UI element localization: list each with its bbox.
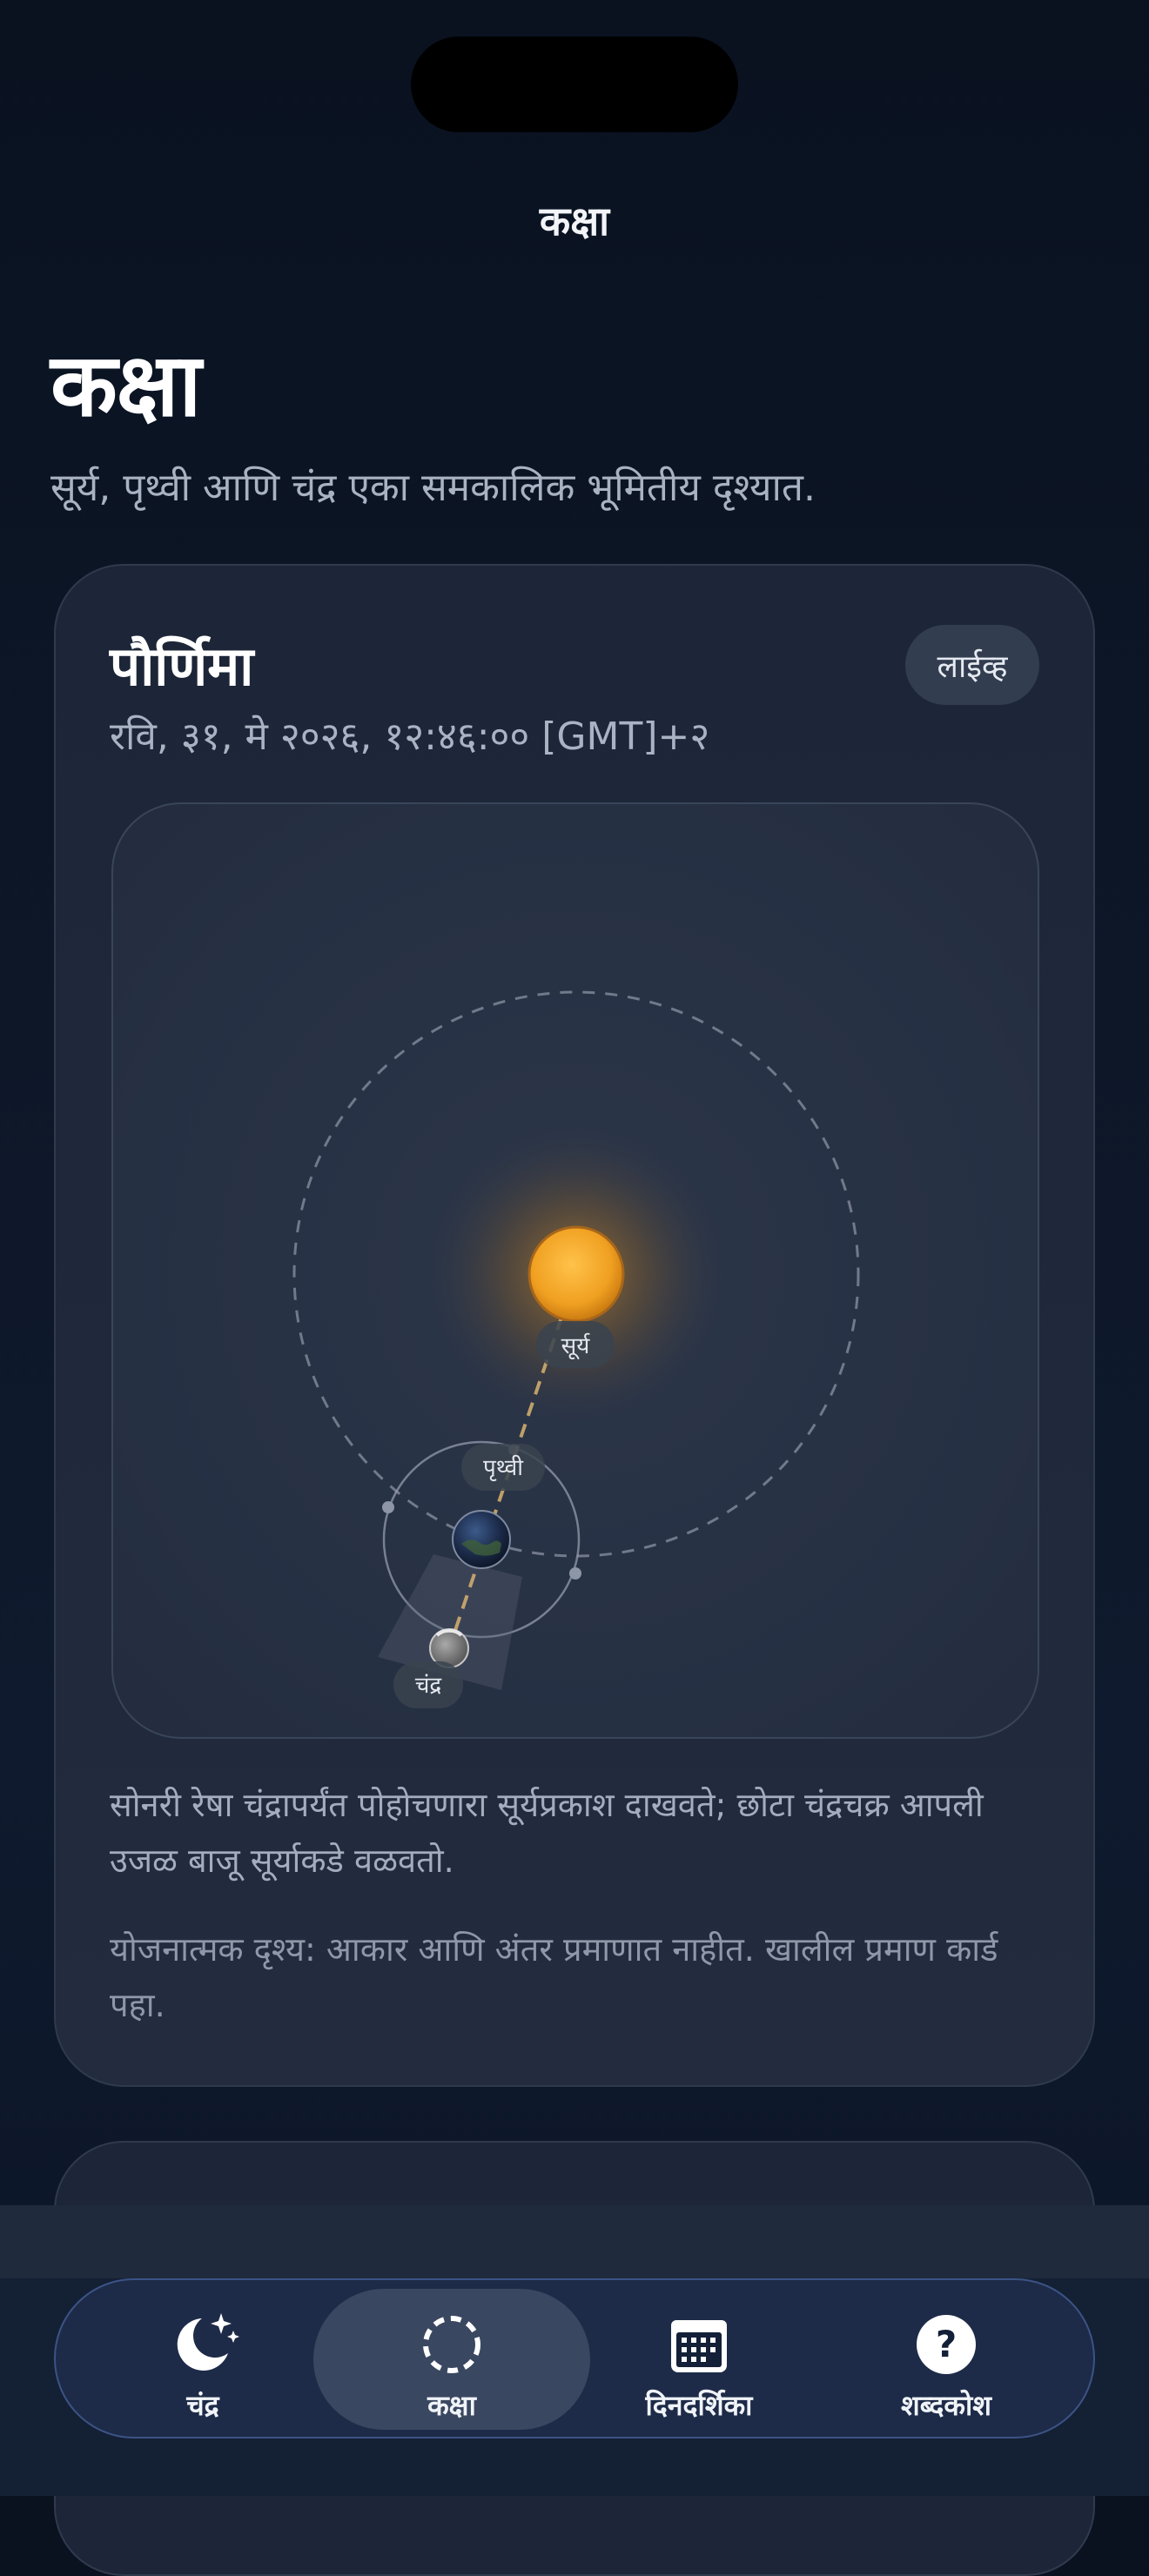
- tab-label-glossary: शब्दकोश: [900, 2389, 992, 2422]
- sun-label: सूर्य: [561, 1332, 591, 1360]
- phase-datetime: रवि, ३१, मे २०२६, १२:४६:०० [GMT]+२: [110, 714, 710, 759]
- tab-glossary[interactable]: ? शब्दकोश: [808, 2289, 1085, 2430]
- diagram-note: योजनात्मक दृश्य: आकार आणि अंतर प्रमाणात …: [110, 1930, 998, 2024]
- nav-title: कक्षा: [539, 198, 610, 245]
- page-subtitle: सूर्य, पृथ्वी आणि चंद्र एका समकालिक भूमि…: [50, 466, 816, 510]
- tab-orbit[interactable]: कक्षा: [313, 2289, 590, 2430]
- orbit-diagram[interactable]: सूर्य पृथ्वी चंद्र: [111, 802, 1039, 1739]
- tab-label-moon: चंद्र: [186, 2389, 219, 2422]
- sun-icon[interactable]: [527, 1225, 625, 1323]
- page-title: कक्षा: [50, 334, 201, 436]
- tab-bar: चंद्र कक्षा दिनदर्शिका ? शब्दकोश: [54, 2278, 1095, 2438]
- tab-moon[interactable]: चंद्र: [64, 2289, 341, 2430]
- phase-title: पौर्णिमा: [110, 634, 254, 698]
- live-button[interactable]: लाईव्ह: [905, 625, 1039, 705]
- earth-label: पृथ्वी: [483, 1454, 524, 1481]
- tab-label-calendar: दिनदर्शिका: [645, 2389, 753, 2422]
- tab-calendar[interactable]: दिनदर्शिका: [561, 2289, 837, 2430]
- dynamic-island: [411, 37, 738, 132]
- calendar-icon: [664, 2301, 734, 2379]
- moon-stars-icon: [164, 2301, 242, 2379]
- orbit-card: पौर्णिमा रवि, ३१, मे २०२६, १२:४६:०० [GMT…: [54, 564, 1095, 2087]
- orbit-marker: [382, 1501, 394, 1513]
- moon-label: चंद्र: [415, 1673, 443, 1699]
- tab-label-orbit: कक्षा: [427, 2389, 476, 2422]
- orbit-marker: [569, 1567, 581, 1580]
- tabbar-blur-strip: [0, 2205, 1149, 2278]
- diagram-description: सोनरी रेषा चंद्रापर्यंत पोहोचणारा सूर्यप…: [110, 1786, 984, 1880]
- orbit-icon: [417, 2301, 487, 2379]
- earth-icon[interactable]: [452, 1510, 511, 1569]
- svg-text:?: ?: [936, 2323, 957, 2365]
- question-icon: ?: [911, 2301, 981, 2379]
